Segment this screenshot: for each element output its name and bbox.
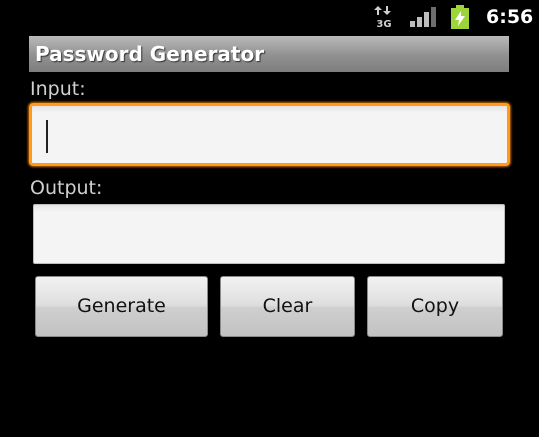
- title-bar: Password Generator: [29, 36, 509, 72]
- app-title: Password Generator: [35, 42, 265, 66]
- status-time: 6:56: [486, 6, 534, 28]
- generate-button[interactable]: Generate: [35, 276, 208, 337]
- copy-button[interactable]: Copy: [367, 276, 503, 337]
- battery-charging-icon: [451, 5, 469, 29]
- text-cursor: [46, 120, 48, 153]
- signal-strength-icon: [410, 7, 436, 27]
- app-screen: 3G 6:56 Password Generator Input: Output…: [0, 0, 539, 437]
- status-bar: 3G 6:56: [0, 0, 539, 34]
- output-label: Output:: [30, 177, 103, 199]
- data-3g-icon: 3G: [374, 6, 392, 28]
- svg-text:3G: 3G: [376, 19, 391, 28]
- input-field[interactable]: [29, 103, 510, 166]
- input-label: Input:: [30, 78, 86, 100]
- output-field[interactable]: [33, 204, 505, 264]
- clear-button[interactable]: Clear: [220, 276, 355, 337]
